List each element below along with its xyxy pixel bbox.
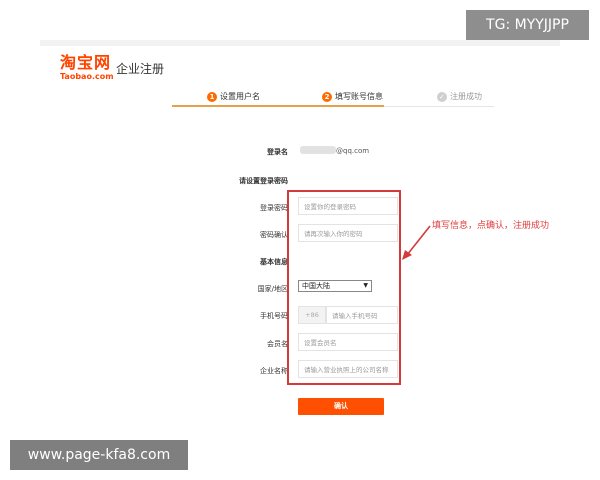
step-number: 2 — [322, 91, 332, 102]
taobao-logo[interactable]: 淘宝网 Taobao.com — [60, 53, 114, 82]
country-label: 国家/地区 — [257, 285, 288, 293]
step-label: 填写账号信息 — [335, 92, 383, 101]
step-success: ✓ 注册成功 — [437, 91, 482, 102]
step-label: 注册成功 — [450, 92, 482, 101]
phone-label: 手机号码 — [260, 312, 288, 320]
check-icon: ✓ — [437, 91, 447, 102]
login-password-label: 登录密码 — [260, 204, 288, 212]
site-watermark: www.page-kfa8.com — [10, 440, 188, 470]
password-section-title: 请设置登录密码 — [239, 177, 288, 185]
step-number: 1 — [207, 91, 217, 102]
top-divider — [40, 40, 560, 46]
password-confirm-label: 密码确认 — [260, 231, 288, 239]
confirm-button[interactable]: 确认 — [298, 398, 384, 415]
basic-info-section-title: 基本信息 — [260, 258, 288, 266]
login-name-label: 登录名 — [267, 148, 288, 156]
highlight-box — [287, 190, 401, 385]
steps-progress — [172, 105, 384, 107]
annotation-arrow-icon — [402, 225, 431, 260]
company-name-label: 企业名称 — [260, 367, 288, 375]
annotation-text: 填写信息，点确认，注册成功 — [432, 221, 550, 231]
logo-subtext: Taobao.com — [60, 72, 114, 81]
blurred-username — [300, 146, 336, 154]
step-label: 设置用户名 — [220, 92, 260, 101]
member-name-label: 会员名 — [267, 340, 288, 348]
login-name-value: @qq.com — [336, 147, 370, 155]
step-set-username: 1 设置用户名 — [207, 91, 260, 102]
logo-text: 淘宝网 — [60, 53, 112, 72]
step-account-info: 2 填写账号信息 — [322, 91, 383, 102]
page-title: 企业注册 — [116, 62, 165, 76]
tg-watermark: TG: MYYJJPP — [466, 10, 589, 40]
